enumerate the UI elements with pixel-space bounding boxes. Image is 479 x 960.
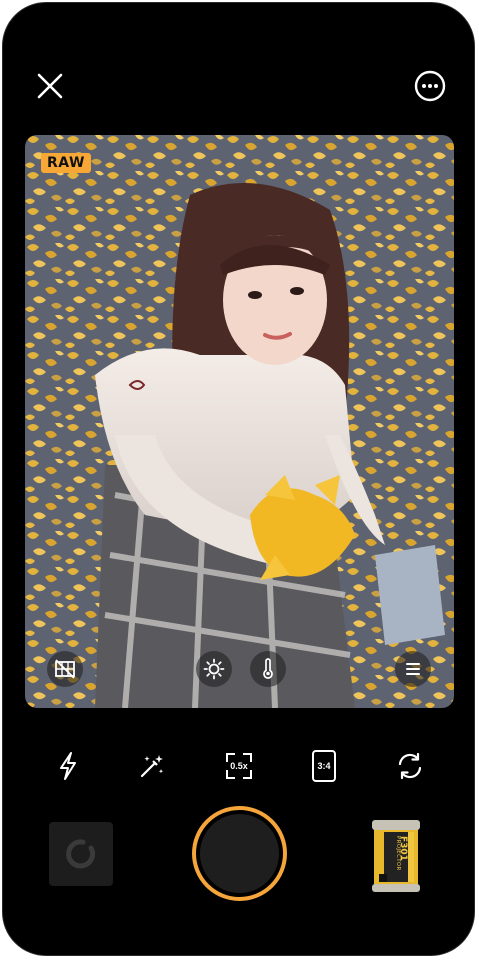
zoom-frame-icon: 0.5x xyxy=(223,750,255,782)
flash-icon xyxy=(60,752,76,780)
raw-format-badge[interactable]: RAW xyxy=(41,153,91,173)
grid-overlay-button[interactable] xyxy=(47,651,83,687)
camera-viewfinder[interactable]: RAW xyxy=(25,135,454,708)
temperature-button[interactable] xyxy=(250,651,286,687)
aspect-ratio-button[interactable]: 3:4 xyxy=(300,740,348,792)
filter-menu-button[interactable] xyxy=(395,651,431,687)
flip-camera-icon xyxy=(398,752,422,780)
shutter-inner xyxy=(200,814,279,893)
camera-toolbar: 0.5x 3:4 xyxy=(0,740,479,792)
thermometer-icon xyxy=(263,658,273,679)
auto-enhance-button[interactable] xyxy=(128,740,176,792)
magic-wand-icon xyxy=(140,755,164,778)
loading-icon xyxy=(66,839,96,869)
more-options-button[interactable] xyxy=(408,64,452,108)
close-button[interactable] xyxy=(28,64,72,108)
shutter-button[interactable] xyxy=(192,806,287,901)
sun-icon xyxy=(203,658,225,680)
zoom-level-label: 0.5x xyxy=(230,761,248,771)
camera-preview-image xyxy=(25,135,454,708)
close-icon xyxy=(37,73,63,99)
grid-overlay-icon xyxy=(55,659,75,679)
zoom-button[interactable]: 0.5x xyxy=(215,740,263,792)
exposure-button[interactable] xyxy=(196,651,232,687)
phone-screen: RAW 0.5x 3:4 PROJECTOR F301 xyxy=(0,0,479,960)
menu-icon xyxy=(406,663,420,675)
flip-camera-button[interactable] xyxy=(386,740,434,792)
more-options-icon xyxy=(414,70,446,102)
film-roll-selector[interactable]: PROJECTOR F301 xyxy=(370,814,422,894)
flash-button[interactable] xyxy=(44,740,92,792)
gallery-thumbnail-button[interactable] xyxy=(49,822,113,886)
aspect-ratio-label: 3:4 xyxy=(312,750,336,782)
film-model-label: F301 xyxy=(398,836,408,861)
